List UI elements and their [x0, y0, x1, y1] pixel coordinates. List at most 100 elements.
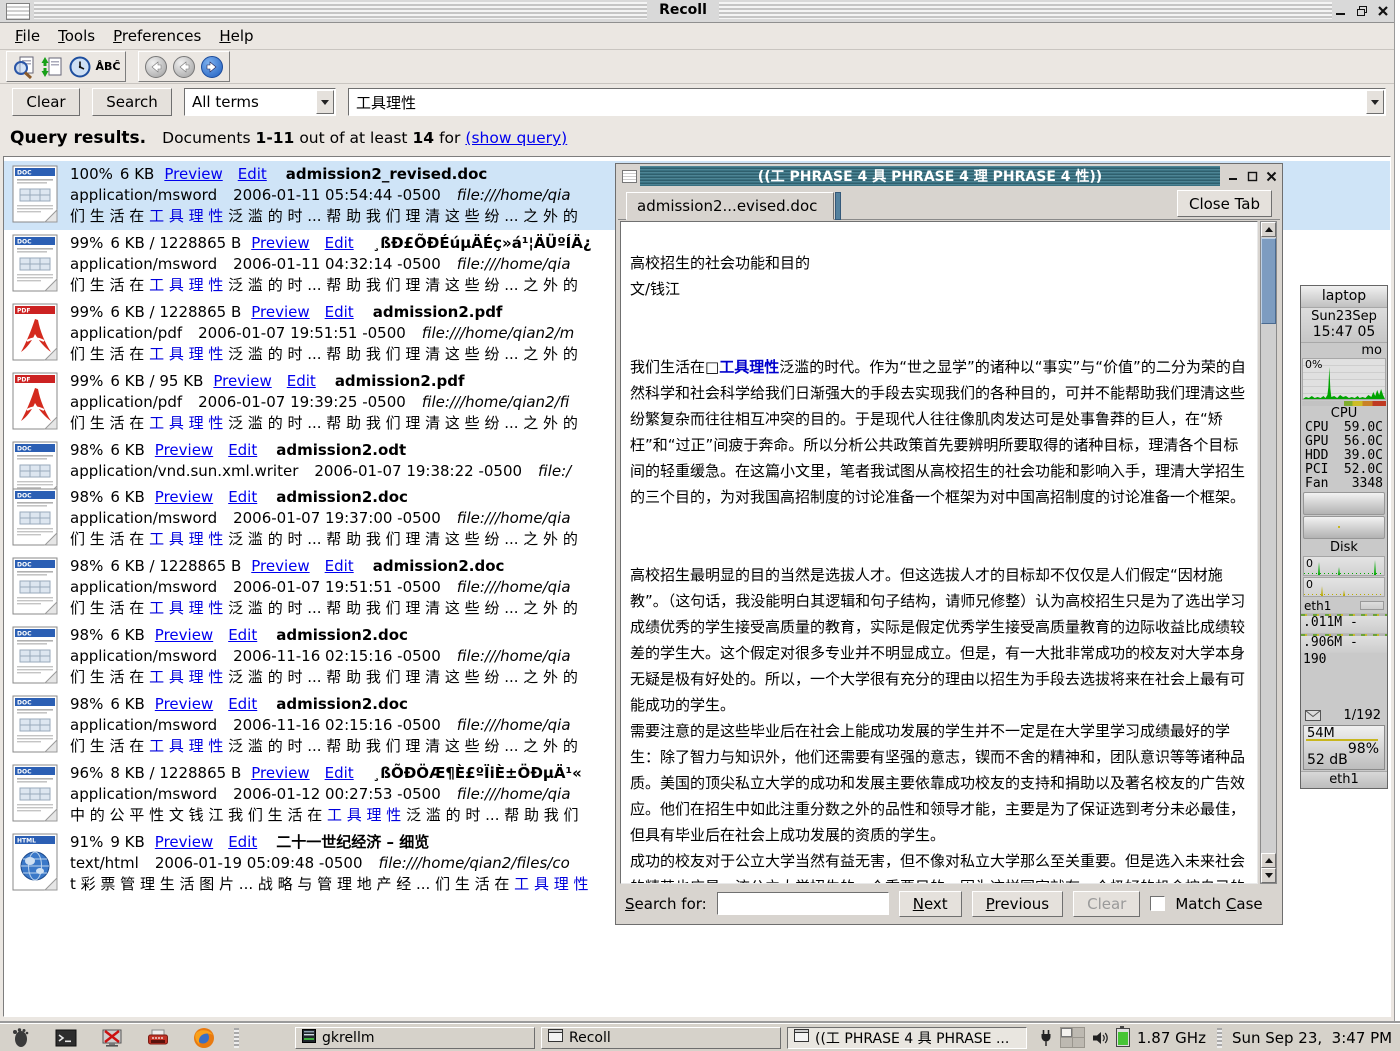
preview-link[interactable]: Preview [213, 372, 271, 390]
preview-link[interactable]: Preview [155, 488, 213, 506]
sensor-value: 52.0C [1344, 463, 1383, 477]
forward-icon[interactable] [198, 54, 226, 79]
find-next-button[interactable]: Next [899, 891, 962, 917]
preview-link[interactable]: Preview [251, 303, 309, 321]
memory-panel[interactable]: 54M 98% 52 dB [1303, 725, 1385, 770]
chevron-down-icon[interactable] [316, 90, 334, 114]
edit-link[interactable]: Edit [325, 303, 354, 321]
search-button[interactable]: Search [92, 88, 172, 116]
history-clock-icon[interactable] [66, 54, 94, 79]
find-input[interactable] [717, 892, 889, 915]
back-icon[interactable] [170, 54, 198, 79]
lock-screen-icon[interactable] [100, 1027, 124, 1049]
snippet-text: 泛 滥 的 时 ... 帮 助 我 们 理 清 这 些 纷 ... 之 外 的 [223, 345, 577, 363]
disk-write-chart[interactable]: 0 [1303, 577, 1385, 597]
result-title: admission2.odt [276, 441, 406, 459]
edit-link[interactable]: Edit [325, 764, 354, 782]
scroll-up-icon[interactable] [1261, 853, 1276, 868]
edit-link[interactable]: Edit [228, 488, 257, 506]
close-icon[interactable] [1264, 169, 1278, 183]
taskbar-clock[interactable]: Sun Sep 23, 3:47 PM [1232, 1029, 1392, 1047]
menu-preferences[interactable]: Preferences [104, 25, 210, 47]
clear-button[interactable]: Clear [12, 88, 80, 116]
window-menu-icon[interactable] [618, 166, 640, 186]
preview-title-bar[interactable]: ((工 PHRASE 4 具 PHRASE 4 理 PHRASE 4 性)) [618, 166, 1280, 186]
title-bar[interactable]: Recoll [0, 0, 1394, 23]
preview-link[interactable]: Preview [251, 764, 309, 782]
scroll-up-icon[interactable] [1261, 222, 1276, 237]
restore-icon[interactable] [1355, 4, 1369, 18]
fan-meter[interactable] [1303, 492, 1385, 515]
edit-link[interactable]: Edit [238, 165, 267, 183]
menu-help[interactable]: Help [210, 25, 262, 47]
snippet-text: 们 生 活 在 [70, 414, 149, 432]
terminal-icon[interactable] [54, 1027, 78, 1049]
plug-icon[interactable] [1039, 1029, 1053, 1047]
match-case-checkbox[interactable] [1150, 896, 1165, 911]
gkrellm-footer[interactable]: eth1 [1301, 771, 1387, 788]
term-explorer-icon[interactable]: ÅBĈ [94, 54, 122, 79]
clear-search-icon[interactable] [10, 54, 38, 79]
typewriter-icon[interactable] [146, 1027, 170, 1049]
file-size: 6 KB / 1228865 B [110, 557, 241, 575]
close-icon[interactable] [1376, 4, 1390, 18]
hostname[interactable]: laptop [1301, 286, 1387, 308]
cpu-chart[interactable]: 0% [1302, 358, 1386, 400]
window-menu-icon[interactable] [6, 3, 30, 20]
menu-tools[interactable]: Tools [49, 25, 104, 47]
gnome-foot-icon[interactable] [8, 1027, 32, 1049]
workspace-pager[interactable] [1060, 1027, 1085, 1048]
net-iface-row[interactable]: eth1 [1301, 598, 1387, 613]
scrollbar-thumb[interactable] [1261, 238, 1276, 324]
cpu-section-label[interactable]: CPU [1301, 406, 1387, 421]
chevron-down-icon[interactable] [1366, 90, 1384, 114]
edit-link[interactable]: Edit [325, 557, 354, 575]
edit-link[interactable]: Edit [228, 833, 257, 851]
doc-file-icon: DOC [12, 695, 58, 753]
minimize-icon[interactable] [1334, 4, 1348, 18]
edit-link[interactable]: Edit [287, 372, 316, 390]
clock-panel[interactable]: Sun23Sep 15:47 05 [1301, 308, 1387, 343]
preview-text-area[interactable]: 高校招生的社会功能和目的 文/钱江 我们生活在□工具理性泛滥的时代。作为“世之显… [620, 221, 1258, 884]
firefox-icon[interactable] [192, 1027, 216, 1049]
maximize-icon[interactable] [1245, 169, 1259, 183]
back-icon[interactable] [142, 54, 170, 79]
preview-link[interactable]: Preview [164, 165, 222, 183]
sort-doc-icon[interactable] [38, 54, 66, 79]
preview-link[interactable]: Preview [155, 833, 213, 851]
minimize-icon[interactable] [1226, 169, 1240, 183]
preview-scrollbar[interactable] [1260, 221, 1277, 884]
disk-section-label[interactable]: Disk [1301, 540, 1387, 555]
edit-link[interactable]: Edit [228, 626, 257, 644]
scroll-down-icon[interactable] [1261, 868, 1276, 883]
edit-link[interactable]: Edit [228, 441, 257, 459]
preview-tab[interactable]: admission2...evised.doc [626, 192, 834, 220]
fan-meter[interactable] [1303, 516, 1385, 539]
preview-link[interactable]: Preview [251, 234, 309, 252]
task-button-3[interactable]: ((工 PHRASE 4 具 PHRASE ... [787, 1027, 1027, 1049]
preview-link[interactable]: Preview [251, 557, 309, 575]
mail-row[interactable]: 1/192 [1301, 707, 1387, 724]
preview-link[interactable]: Preview [155, 441, 213, 459]
task-button-1[interactable]: gkrellm [295, 1027, 535, 1049]
find-clear-button[interactable]: Clear [1073, 891, 1140, 917]
preview-link[interactable]: Preview [155, 695, 213, 713]
task-button-2[interactable]: Recoll [541, 1027, 781, 1049]
volume-icon[interactable] [1092, 1030, 1109, 1046]
close-tab-button[interactable]: Close Tab [1177, 190, 1272, 217]
edit-link[interactable]: Edit [325, 234, 354, 252]
preview-tab-bar: admission2...evised.doc Close Tab [618, 189, 1280, 220]
battery-icon[interactable] [1116, 1028, 1130, 1047]
find-previous-button[interactable]: Previous [972, 891, 1063, 917]
snippet-text: 泛 滥 的 时 ... 帮 助 我 们 理 清 这 些 纷 ... 之 外 的 [223, 737, 577, 755]
for-label: for [439, 129, 460, 147]
search-mode-select[interactable]: All terms [184, 88, 336, 116]
search-query-input[interactable]: 工具理性 [348, 88, 1386, 116]
disk-read-chart[interactable]: 0 [1303, 556, 1385, 576]
edit-link[interactable]: Edit [228, 695, 257, 713]
taskbar-handle[interactable] [1217, 1028, 1222, 1048]
show-query-link[interactable]: (show query) [465, 129, 567, 147]
menu-file[interactable]: File [6, 25, 49, 47]
sensor-value: 39.0C [1344, 449, 1383, 463]
preview-link[interactable]: Preview [155, 626, 213, 644]
